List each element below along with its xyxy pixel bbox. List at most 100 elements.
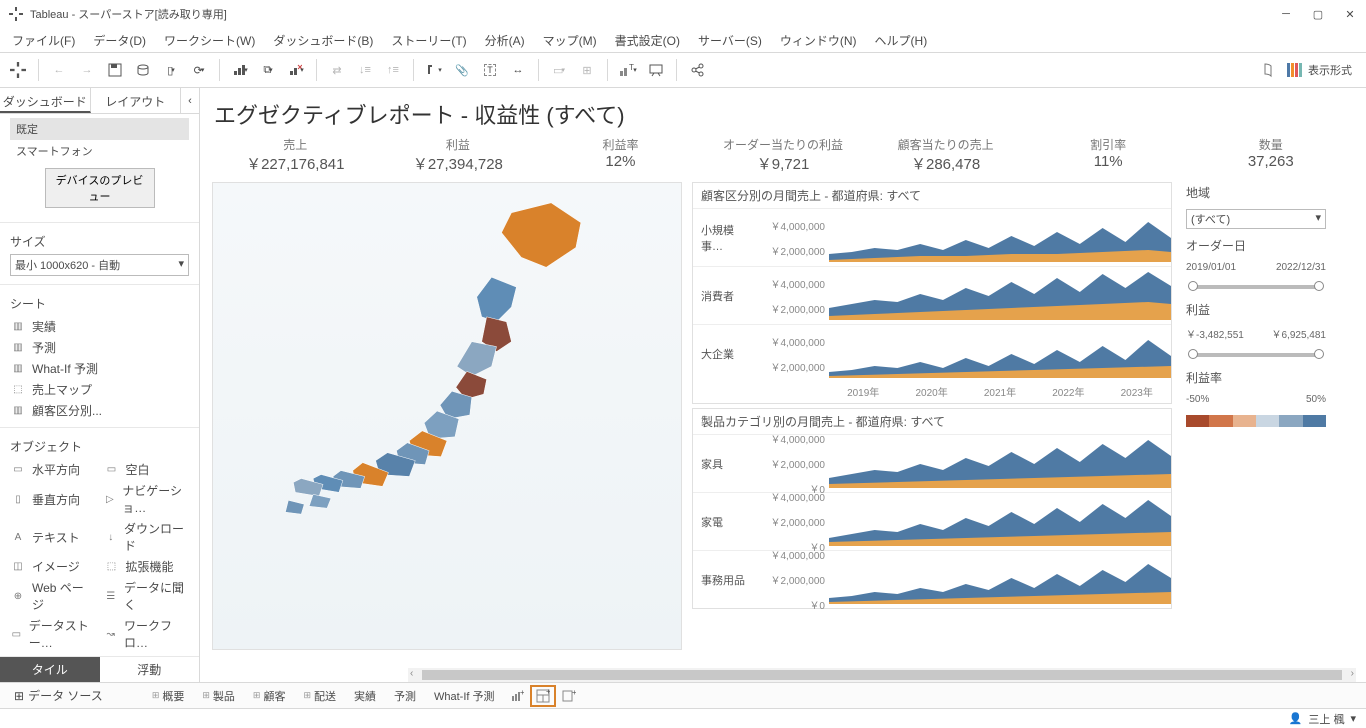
sheet-item[interactable]: ▥What-If 予測 [0,358,199,379]
swap-button[interactable]: ⇄ [325,58,349,82]
sheet-item[interactable]: ⬚売上マップ [0,379,199,400]
sheet-tab[interactable]: 実績 [345,685,385,707]
object-item[interactable]: ▭空白 [100,459,194,480]
undo-button[interactable]: ← [47,58,71,82]
show-me-label[interactable]: 表示形式 [1308,62,1352,78]
minimize-button[interactable]: ─ [1278,6,1294,22]
sheet-item[interactable]: ▥顧客区分別... [0,400,199,421]
float-button[interactable]: 浮動 [100,657,200,682]
sheet-tab[interactable]: ⊞製品 [193,685,244,707]
sheet-tab[interactable]: ⊞顧客 [244,685,295,707]
new-dashboard-tab-button[interactable]: + [530,685,556,707]
menu-dashboard[interactable]: ダッシュボード(B) [265,29,381,52]
new-worksheet-button[interactable]: ▾ [228,58,252,82]
collapse-panel-button[interactable]: ‹ [181,88,199,113]
object-icon: ▭ [10,463,26,477]
toolbar: ← → ▯▾ ⟳▾ ▾ ⧉▾ ▾ ⇄ ↓≡ ↑≡ ▾ 📎 T ↔ ▭▾ ⊞ T▾… [0,52,1366,88]
duplicate-button[interactable]: ⧉▾ [256,58,280,82]
profit-slider[interactable] [1190,353,1322,357]
region-filter-dropdown[interactable]: (すべて)▾ [1186,209,1326,229]
sheet-tab[interactable]: What-If 予測 [425,685,504,707]
tableau-logo-icon [8,6,24,22]
close-button[interactable]: ✕ [1342,6,1358,22]
object-item[interactable]: ▭データストー… [6,615,100,653]
data-guide-icon[interactable] [1257,58,1281,82]
menu-window[interactable]: ウィンドウ(N) [772,29,865,52]
object-icon: ▭ [10,627,23,641]
sheet-item[interactable]: ▥予測 [0,337,199,358]
menu-help[interactable]: ヘルプ(H) [867,29,936,52]
fit-button[interactable]: ▭▾ [547,58,571,82]
menu-story[interactable]: ストーリー(T) [383,29,474,52]
horizontal-scrollbar[interactable]: ‹ › [408,668,1356,682]
kpi: 利益率12% [539,136,702,174]
menu-format[interactable]: 書式設定(O) [607,29,688,52]
device-smartphone[interactable]: スマートフォン [10,140,189,162]
menu-map[interactable]: マップ(M) [535,29,605,52]
object-item[interactable]: ▭水平方向 [6,459,100,480]
size-dropdown[interactable]: 最小 1000x620 - 自動▾ [10,254,189,276]
maximize-button[interactable]: ▢ [1310,6,1326,22]
new-worksheet-tab-button[interactable]: + [504,685,530,707]
sheet-item[interactable]: ▥実績 [0,316,199,337]
status-dropdown[interactable]: ▾ [1350,712,1356,725]
menu-analysis[interactable]: 分析(A) [477,29,533,52]
text-box-button[interactable]: T [478,58,502,82]
redo-button[interactable]: → [75,58,99,82]
object-item[interactable]: ▯垂直方向 [6,480,100,518]
worksheet-icon: ▥ [10,404,26,418]
dashboard-canvas[interactable]: エグゼクティブレポート - 収益性 (すべて) 売上￥227,176,841利益… [200,88,1366,682]
object-icon: ☰ [104,589,118,603]
tableau-home-icon[interactable] [6,58,30,82]
show-me-icon[interactable] [1287,63,1302,77]
orderdate-slider[interactable] [1190,285,1322,289]
save-button[interactable] [103,58,127,82]
sort-asc-button[interactable]: ↓≡ [353,58,377,82]
chart-category-sales[interactable]: 製品カテゴリ別の月間売上 - 都道府県: すべて 家具￥4,000,000￥2,… [692,408,1172,609]
menu-data[interactable]: データ(D) [85,29,154,52]
show-hide-button[interactable]: ↔ [506,58,530,82]
fix-axes-button[interactable]: ⊞ [575,58,599,82]
tab-layout[interactable]: レイアウト [91,88,182,113]
sheets-list: ▥実績 ▥予測 ▥What-If 予測 ⬚売上マップ ▥顧客区分別... [0,314,199,423]
chart-segment-sales[interactable]: 顧客区分別の月間売上 - 都道府県: すべて 小規模事…￥4,000,000￥2… [692,182,1172,404]
show-mark-labels-button[interactable]: T▾ [616,58,640,82]
new-story-tab-button[interactable]: + [556,685,582,707]
sort-desc-button[interactable]: ↑≡ [381,58,405,82]
clear-button[interactable]: ▾ [284,58,308,82]
pause-auto-button[interactable]: ▯▾ [159,58,183,82]
tile-button[interactable]: タイル [0,657,100,682]
menu-file[interactable]: ファイル(F) [4,29,83,52]
object-item[interactable]: ⬚拡張機能 [100,556,194,577]
sheet-tab[interactable]: ⊞配送 [294,685,345,707]
kpi: 数量37,263 [1189,136,1352,174]
object-item[interactable]: ↝ワークフロ… [100,615,194,653]
worksheet-icon: ▥ [10,341,26,355]
menu-server[interactable]: サーバー(S) [690,29,770,52]
tab-data-source[interactable]: ⊞データ ソース [4,683,113,708]
presentation-mode-button[interactable] [644,58,668,82]
object-icon: ▯ [10,492,26,506]
share-button[interactable] [685,58,709,82]
data-source-button[interactable] [131,58,155,82]
orderdate-filter-label: オーダー日 [1186,237,1326,254]
tab-dashboard[interactable]: ダッシュボード [0,88,91,113]
highlight-button[interactable]: ▾ [422,58,446,82]
device-preview-button[interactable]: デバイスのプレビュー [45,168,155,208]
attach-button[interactable]: 📎 [450,58,474,82]
object-item[interactable]: ↓ダウンロード [100,518,194,556]
object-item[interactable]: ☰データに聞く [100,577,194,615]
object-item[interactable]: Aテキスト [6,518,100,556]
object-item[interactable]: ▷ナビゲーショ… [100,480,194,518]
device-default[interactable]: 既定 [10,118,189,140]
menu-worksheet[interactable]: ワークシート(W) [156,29,263,52]
sheet-tab[interactable]: ⊞概要 [143,685,194,707]
sheet-tab[interactable]: 予測 [385,685,425,707]
object-item[interactable]: ⊕Web ページ [6,577,100,615]
object-icon: ⬚ [104,560,120,574]
svg-text:+: + [520,689,524,697]
map-panel[interactable] [212,182,682,650]
refresh-button[interactable]: ⟳▾ [187,58,211,82]
object-item[interactable]: ◫イメージ [6,556,100,577]
object-icon: ▷ [104,492,117,506]
